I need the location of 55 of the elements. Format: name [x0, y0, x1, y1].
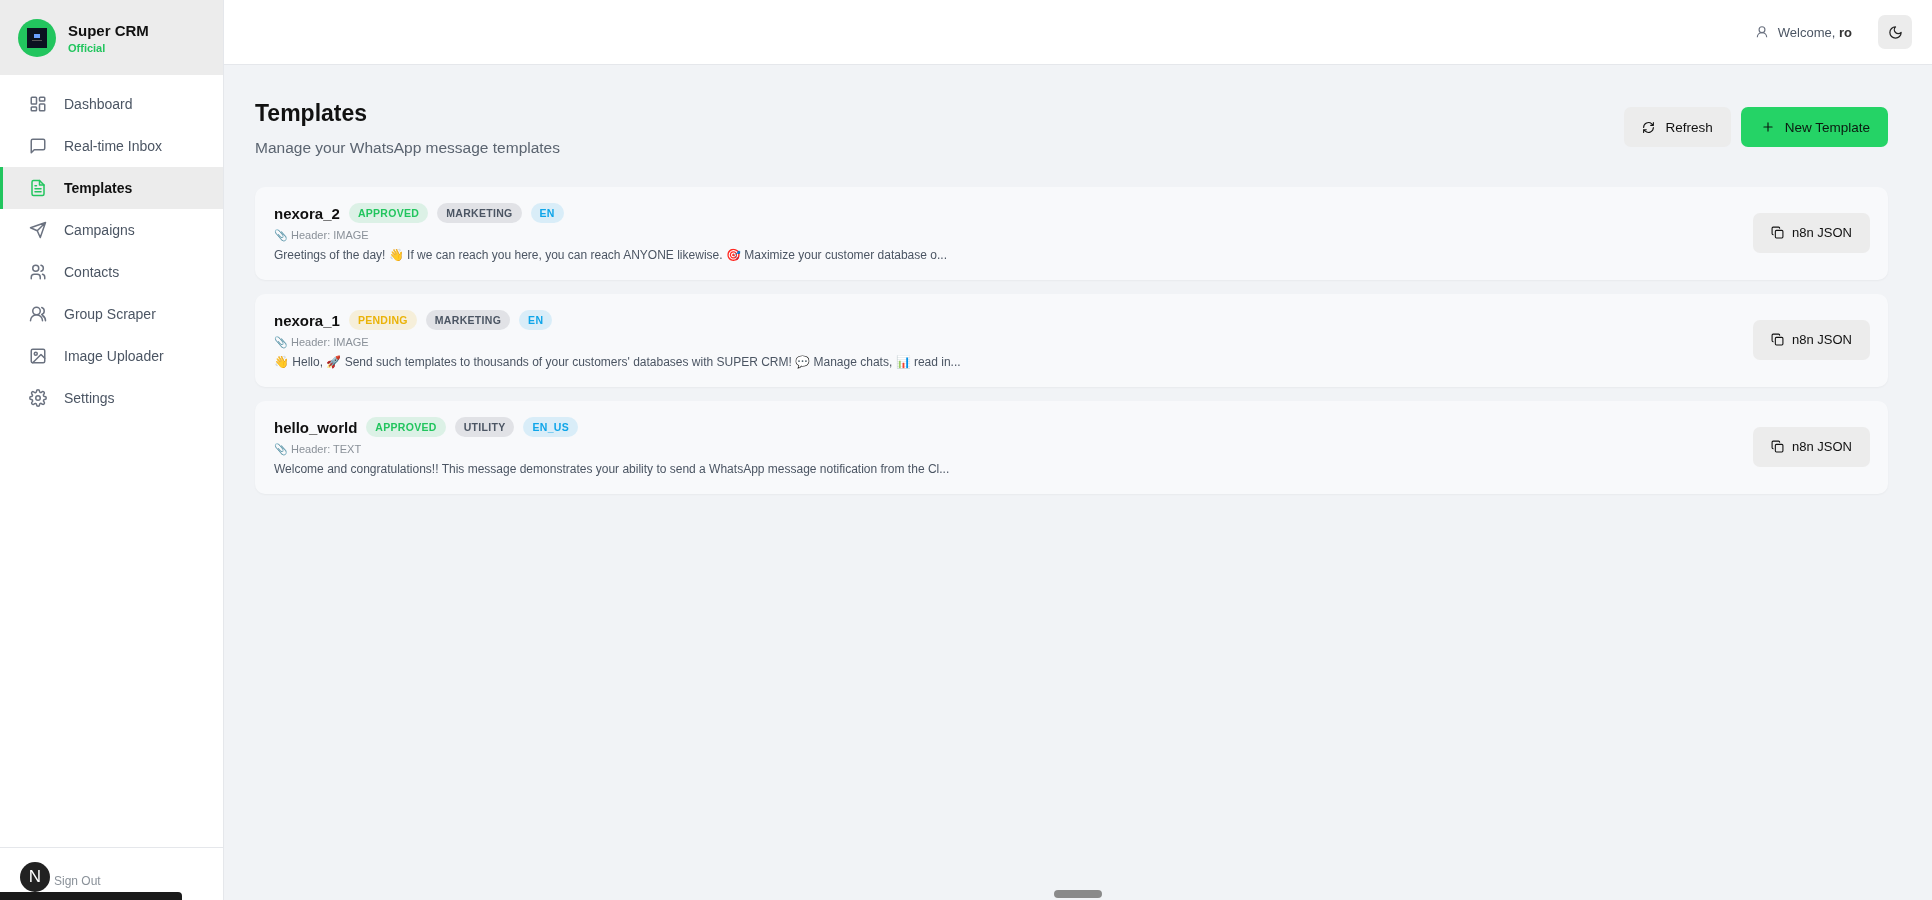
category-tag: MARKETING	[437, 203, 522, 223]
refresh-button[interactable]: Refresh	[1624, 107, 1731, 147]
welcome-text: Welcome, ro	[1777, 24, 1852, 40]
page-title: Templates	[255, 100, 369, 127]
grid-icon	[29, 95, 47, 113]
page-subtitle: Manage your WhatsApp message templates	[255, 139, 560, 157]
dev-badge[interactable]: N	[20, 862, 50, 892]
copy-json-button[interactable]: n8n JSON	[1753, 426, 1870, 467]
copy-icon	[1771, 440, 1784, 453]
language-tag: EN_US	[523, 417, 578, 437]
settings-icon	[29, 389, 47, 407]
status-tag: APPROVED	[348, 203, 429, 223]
header-type-label: 📎 Header: IMAGE	[274, 336, 370, 349]
users-icon	[29, 305, 47, 323]
moon-icon	[1887, 24, 1903, 40]
copy-json-button[interactable]: n8n JSON	[1753, 319, 1870, 360]
template-preview: Welcome and congratulations!! This message demonstrates your ability to send a WhatsApp message notification from the Cl...	[274, 462, 951, 476]
status-tag: APPROVED	[366, 417, 446, 437]
language-tag: EN	[519, 310, 553, 330]
sidebar-item[interactable]: Contacts	[0, 251, 223, 293]
copy-json-button[interactable]: n8n JSON	[1753, 212, 1870, 253]
drag-handle[interactable]	[1054, 890, 1102, 898]
image-icon	[29, 347, 47, 365]
copy-icon	[1771, 333, 1784, 346]
sidebar-item[interactable]: Templates	[0, 167, 223, 209]
theme-toggle-button[interactable]	[1878, 15, 1912, 49]
copy-icon	[1771, 226, 1784, 239]
template-name: hello_world	[274, 418, 358, 436]
sidebar-item[interactable]: Image Uploader	[0, 335, 223, 377]
paper-plane-icon	[29, 221, 47, 239]
category-tag: MARKETING	[425, 310, 511, 330]
brand-name: Super CRM	[68, 21, 149, 39]
plus-icon	[1760, 120, 1775, 134]
brand-tag: Official	[68, 41, 149, 54]
language-tag: EN	[530, 203, 564, 223]
header-type-label: 📎 Header: TEXT	[274, 443, 363, 456]
document-icon	[29, 179, 47, 197]
logo-icon	[27, 27, 47, 48]
sidebar-item[interactable]: Dashboard	[0, 83, 223, 125]
user-icon	[1754, 25, 1769, 39]
refresh-icon	[1642, 120, 1656, 134]
category-tag: UTILITY	[454, 417, 515, 437]
header-type-label: 📎 Header: IMAGE	[274, 229, 370, 242]
template-preview: 👋 Hello, 🚀 Send such templates to thousands of your customers' databases with SUPER CRM! 💬 Manage chats, 📊 read in...	[274, 355, 962, 369]
sidebar-item[interactable]: Campaigns	[0, 209, 223, 251]
template-name: nexora_1	[274, 311, 340, 329]
template-preview: Greetings of the day! 👋 If we can reach you here, you can reach ANYONE likewise. 🎯 Maximize your customer database o...	[274, 248, 948, 262]
sidebar-item[interactable]: Group Scraper	[0, 293, 223, 335]
chat-bubble-icon	[29, 137, 47, 155]
new-template-button[interactable]: New Template	[1740, 107, 1888, 147]
sidebar-item[interactable]: Real-time Inbox	[0, 125, 223, 167]
sidebar-item[interactable]: Settings	[0, 377, 223, 419]
template-name: nexora_2	[274, 204, 340, 222]
status-tag: PENDING	[348, 310, 417, 330]
users-icon	[29, 263, 47, 281]
